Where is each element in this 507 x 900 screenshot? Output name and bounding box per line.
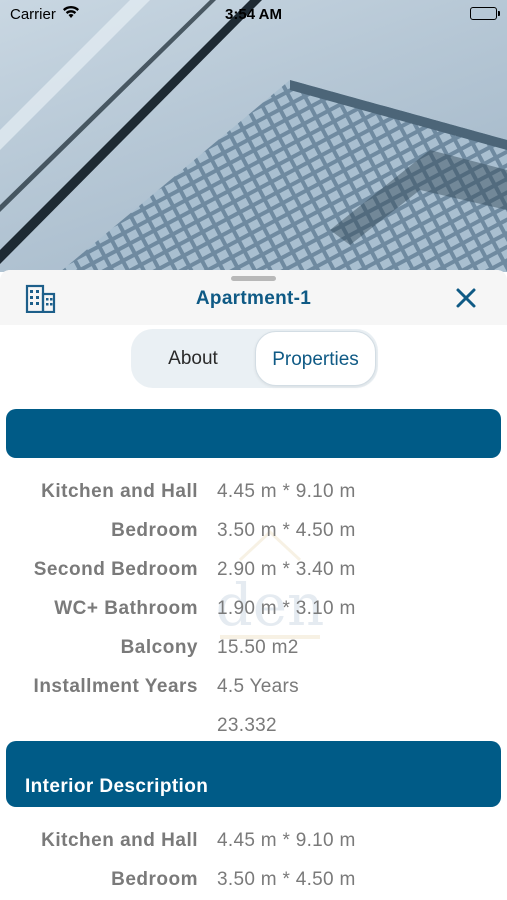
sheet-grabber-handle[interactable] [231,276,276,281]
row-label: Balcony [120,637,198,658]
close-icon[interactable] [454,286,478,310]
sheet-header: Apartment-1 [0,270,507,325]
row-label: Kitchen and Hall [41,481,198,502]
row-label: Installment Years [33,676,198,697]
status-bar: Carrier 3:54 AM [0,0,507,28]
row-label: Bedroom [111,520,198,541]
sheet-title: Apartment-1 [195,288,312,309]
tab-properties[interactable]: Properties [255,331,376,386]
row-label: Bedroom [111,869,198,890]
interior-section-title: Interior Description [25,776,209,797]
tab-about[interactable]: About [131,329,255,388]
interior-section-header: Interior Description [6,741,501,807]
row-value: 4.45 m * 9.10 m [217,481,356,502]
row-value: 15.50 m2 [217,637,299,658]
detail-sheet: Apartment-1 About Properties den Kitchen… [0,270,507,900]
row-value: 4.45 m * 9.10 m [217,830,356,851]
row-value: 1.90 m * 3.10 m [217,598,356,619]
row-value: 3.50 m * 4.50 m [217,869,356,890]
battery-icon [470,7,500,20]
row-value: 23.332 [217,715,277,736]
clock-time: 3:54 AM [225,6,282,23]
row-label: Kitchen and Hall [41,830,198,851]
segmented-tabs: About Properties [131,329,378,388]
row-value: 4.5 Years [217,676,299,697]
row-value: 3.50 m * 4.50 m [217,520,356,541]
row-value: 2.90 m * 3.40 m [217,559,356,580]
hero-building-photo [0,0,507,272]
properties-section-header [6,409,501,458]
row-label: Second Bedroom [33,559,198,580]
row-label: WC+ Bathroom [54,598,198,619]
